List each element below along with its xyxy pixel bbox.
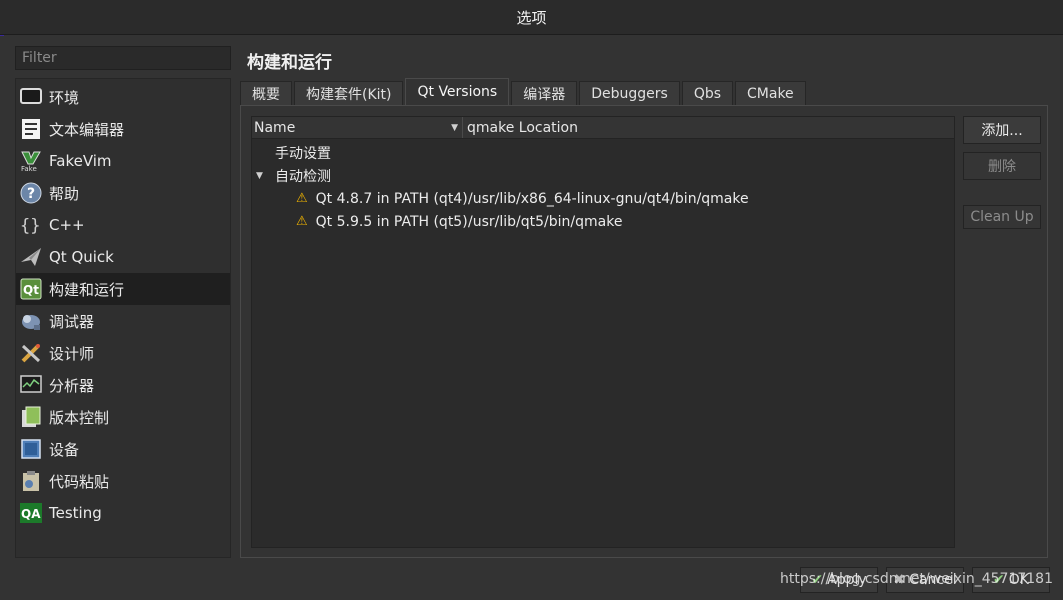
fakevim-icon: Fake <box>20 150 42 172</box>
svg-text:QA: QA <box>21 507 41 521</box>
qt-versions-panel: Name ▼ qmake Location 手动设置 ▼ 自动检测 ⚠ Qt 4… <box>240 105 1048 558</box>
sidebar-item-build-run[interactable]: Qt 构建和运行 <box>16 273 230 305</box>
sidebar-item-label: 代码粘贴 <box>49 472 110 491</box>
column-header-name[interactable]: Name ▼ <box>252 117 463 138</box>
tab-cmake[interactable]: CMake <box>735 81 806 105</box>
sidebar-item-code-paste[interactable]: 代码粘贴 <box>16 465 230 497</box>
qt-versions-tree[interactable]: Name ▼ qmake Location 手动设置 ▼ 自动检测 ⚠ Qt 4… <box>251 116 955 548</box>
sidebar-item-analyzer[interactable]: 分析器 <box>16 369 230 401</box>
version-control-icon <box>20 406 42 428</box>
sidebar-item-testing[interactable]: QA Testing <box>16 497 230 529</box>
braces-icon: {} <box>20 214 42 236</box>
check-icon: ✔ <box>993 572 1005 588</box>
sidebar-item-qt-quick[interactable]: Qt Quick <box>16 241 230 273</box>
help-icon: ? <box>20 182 42 204</box>
tree-group-auto[interactable]: ▼ 自动检测 <box>252 164 954 187</box>
cancel-button[interactable]: ✖ Cancel <box>886 567 964 593</box>
apply-button[interactable]: ✔ Apply <box>800 567 878 593</box>
sidebar-item-devices[interactable]: 设备 <box>16 433 230 465</box>
sidebar-item-designer[interactable]: 设计师 <box>16 337 230 369</box>
expand-down-icon[interactable]: ▼ <box>252 171 275 181</box>
sidebar-item-debugger[interactable]: 调试器 <box>16 305 230 337</box>
sidebar: 环境 文本编辑器 Fake FakeVim ? 帮助 {} C++ Qt Qui… <box>15 78 231 558</box>
add-button[interactable]: 添加... <box>963 116 1041 144</box>
svg-text:Qt: Qt <box>23 283 39 297</box>
sidebar-item-label: 帮助 <box>49 184 80 203</box>
sidebar-item-label: 设计师 <box>49 344 95 363</box>
qmake-path: /usr/lib/qt5/bin/qmake <box>468 213 623 230</box>
qmake-path: /usr/lib/x86_64-linux-gnu/qt4/bin/qmake <box>468 190 749 207</box>
sidebar-item-cpp[interactable]: {} C++ <box>16 209 230 241</box>
check-icon: ✔ <box>811 572 824 588</box>
tree-group-label: 手动设置 <box>275 145 331 162</box>
tab-bar: 概要 构建套件(Kit) Qt Versions 编译器 Debuggers Q… <box>240 78 808 105</box>
window-title: 选项 <box>516 8 547 27</box>
sidebar-item-version-control[interactable]: 版本控制 <box>16 401 230 433</box>
sidebar-item-label: 调试器 <box>49 312 95 331</box>
build-run-icon: Qt <box>20 278 42 300</box>
tab-debuggers[interactable]: Debuggers <box>579 81 680 105</box>
tree-group-manual[interactable]: 手动设置 <box>252 141 954 164</box>
sidebar-item-label: 构建和运行 <box>49 280 125 299</box>
svg-text:Fake: Fake <box>21 165 37 172</box>
text-editor-icon <box>20 118 42 140</box>
clean-up-button[interactable]: Clean Up <box>963 205 1041 229</box>
svg-text:?: ? <box>27 186 35 202</box>
qt-version-name: Qt 4.8.7 in PATH (qt4) <box>315 190 468 207</box>
qt-quick-icon <box>20 246 42 268</box>
tab-overview[interactable]: 概要 <box>240 81 292 105</box>
qa-icon: QA <box>20 502 42 524</box>
warning-icon: ⚠ <box>296 214 308 229</box>
ok-button[interactable]: ✔ OK <box>972 567 1050 593</box>
sidebar-item-label: 版本控制 <box>49 408 110 427</box>
sort-down-icon: ▼ <box>451 122 458 133</box>
tab-compilers[interactable]: 编译器 <box>511 81 578 105</box>
sidebar-item-label: 环境 <box>49 88 80 107</box>
side-button-group: 添加... 删除 Clean Up <box>963 116 1041 229</box>
warning-icon: ⚠ <box>296 191 308 206</box>
sidebar-item-label: Qt Quick <box>49 248 114 266</box>
tab-kits[interactable]: 构建套件(Kit) <box>294 81 404 105</box>
device-icon <box>20 438 42 460</box>
filter-input[interactable] <box>15 46 231 70</box>
remove-button[interactable]: 删除 <box>963 152 1041 180</box>
analyzer-icon <box>20 374 42 396</box>
sidebar-item-label: C++ <box>49 216 85 234</box>
svg-text:{}: {} <box>20 216 40 236</box>
cancel-icon: ✖ <box>893 572 906 588</box>
sidebar-item-help[interactable]: ? 帮助 <box>16 177 230 209</box>
sidebar-item-label: 设备 <box>49 440 80 459</box>
tab-qt-versions[interactable]: Qt Versions <box>405 78 510 105</box>
dialog-button-bar: ✔ Apply ✖ Cancel ✔ OK <box>800 567 1050 593</box>
title-bar: 选项 <box>0 0 1063 35</box>
sidebar-item-fakevim[interactable]: Fake FakeVim <box>16 145 230 177</box>
sidebar-item-label: 分析器 <box>49 376 95 395</box>
page-title: 构建和运行 <box>247 53 332 73</box>
sidebar-item-text-editor[interactable]: 文本编辑器 <box>16 113 230 145</box>
debugger-icon <box>20 310 42 332</box>
sidebar-item-environment[interactable]: 环境 <box>16 81 230 113</box>
sidebar-item-label: FakeVim <box>49 152 112 170</box>
qt-version-name: Qt 5.9.5 in PATH (qt5) <box>315 213 468 230</box>
table-row[interactable]: ⚠ Qt 4.8.7 in PATH (qt4) /usr/lib/x86_64… <box>252 187 954 210</box>
tab-qbs[interactable]: Qbs <box>681 81 734 105</box>
sidebar-item-label: Testing <box>49 504 102 522</box>
tree-header: Name ▼ qmake Location <box>252 117 954 139</box>
sidebar-item-label: 文本编辑器 <box>49 120 125 139</box>
monitor-icon <box>20 86 42 108</box>
column-header-qmake[interactable]: qmake Location <box>463 117 578 138</box>
table-row[interactable]: ⚠ Qt 5.9.5 in PATH (qt5) /usr/lib/qt5/bi… <box>252 210 954 233</box>
code-paste-icon <box>20 470 42 492</box>
designer-icon <box>20 342 42 364</box>
tree-group-label: 自动检测 <box>275 168 331 185</box>
